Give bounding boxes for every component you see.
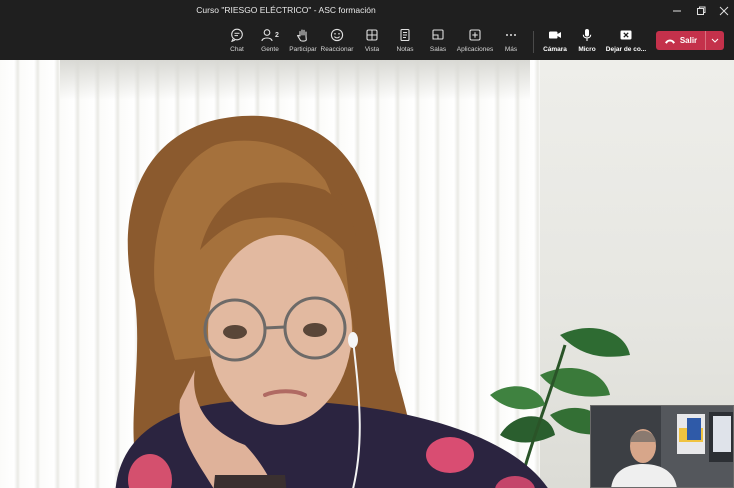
minimize-button[interactable] [666,2,688,20]
raise-hand-button[interactable]: Participar [288,25,318,57]
leave-button-group: Salir [656,31,724,50]
rooms-label: Salas [429,46,447,53]
react-label: Reaccionar [320,46,354,53]
people-count-badge: 2 [275,31,279,39]
camera-icon [547,27,563,43]
camera-button[interactable]: Cámara [542,25,568,57]
more-button[interactable]: Más [501,25,521,57]
microphone-button[interactable]: Micro [576,25,598,57]
stop-sharing-button[interactable]: Dejar de co... [605,25,647,57]
hang-up-icon [664,39,675,44]
notes-button[interactable]: Notas [394,25,416,57]
leave-options-dropdown[interactable] [706,31,724,50]
view-button[interactable]: Vista [361,25,383,57]
self-view-illustration [591,406,733,487]
microphone-label: Micro [578,46,596,53]
microphone-icon [579,27,595,43]
people-label: Gente [261,46,279,53]
rooms-icon [430,27,446,43]
leave-button[interactable]: Salir [656,31,705,50]
apps-label: Aplicaciones [456,46,494,53]
people-icon [261,29,273,42]
chat-label: Chat [230,46,244,53]
raise-hand-label: Participar [289,46,317,53]
leave-label: Salir [679,36,698,45]
notes-label: Notas [396,46,414,53]
teams-meeting-window: Curso "RIESGO ELÉCTRICO" - ASC formación… [0,0,734,488]
restore-button[interactable] [690,2,712,20]
more-dots-icon [503,27,519,43]
toolbar-divider [533,31,534,53]
apps-plus-icon [467,27,483,43]
rooms-button[interactable]: Salas [427,25,449,57]
people-button[interactable]: 2 Gente [257,25,283,57]
more-label: Más [504,46,518,53]
title-bar: Curso "RIESGO ELÉCTRICO" - ASC formación [0,0,734,22]
view-grid-icon [364,27,380,43]
self-view-video [590,405,734,488]
chat-icon [229,27,245,43]
window-title: Curso "RIESGO ELÉCTRICO" - ASC formación [196,5,376,15]
apps-button[interactable]: Aplicaciones [457,25,493,57]
stop-sharing-label: Dejar de co... [605,46,647,53]
minimize-icon [673,10,681,12]
close-button[interactable] [713,2,734,20]
smiley-icon [329,27,345,43]
chat-button[interactable]: Chat [226,25,248,57]
stop-share-icon [618,27,634,43]
react-button[interactable]: Reaccionar [320,25,354,57]
meeting-toolbar: Chat 2 Gente Participar Reaccionar Vista… [0,22,734,60]
chevron-down-icon [711,38,719,43]
main-video-feed [0,60,734,488]
notes-icon [397,27,413,43]
close-icon [719,6,729,16]
participant-video [115,115,548,488]
view-label: Vista [364,46,380,53]
restore-icon [697,6,706,15]
raise-hand-icon [295,27,311,43]
camera-label: Cámara [543,46,567,53]
